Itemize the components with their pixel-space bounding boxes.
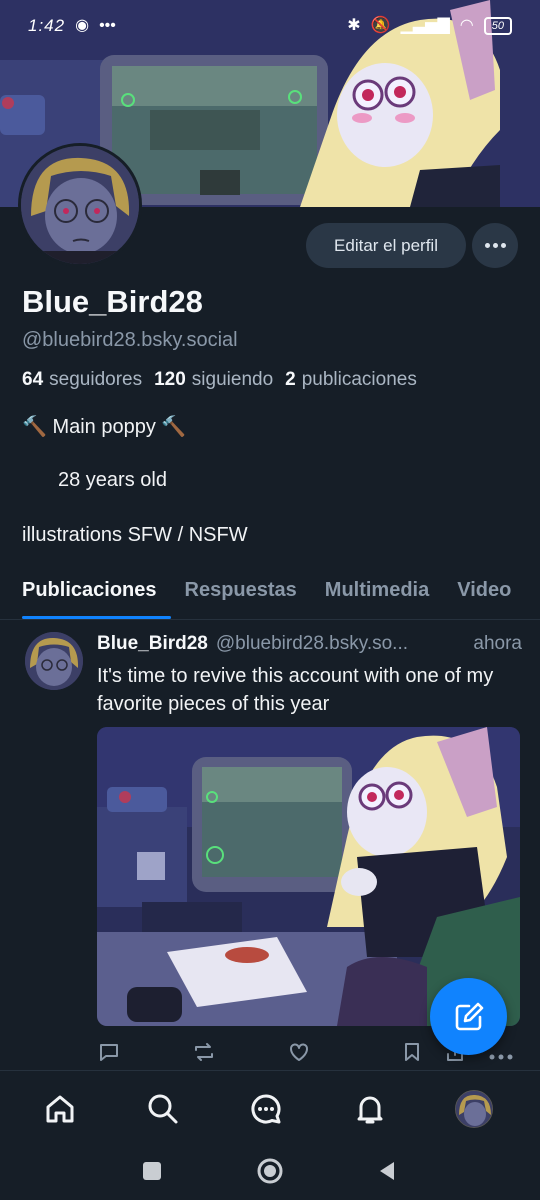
battery-icon: 50: [483, 17, 512, 35]
display-name: Blue_Bird28: [22, 284, 203, 319]
bio-line: illustrations SFW / NSFW: [22, 524, 248, 546]
circle-icon: [257, 1158, 283, 1184]
chat-icon: [251, 1094, 281, 1124]
followers-count: 64: [22, 369, 44, 390]
back-button[interactable]: [372, 1156, 402, 1186]
more-notifications-icon: •••: [99, 17, 116, 34]
post-text: It's time to revive this account with on…: [97, 665, 494, 715]
nav-home[interactable]: [40, 1089, 80, 1129]
back-triangle-icon: [380, 1162, 394, 1180]
compose-icon: [455, 1002, 483, 1030]
status-time: 1:42: [28, 16, 66, 35]
bottom-navigation: [0, 1070, 540, 1146]
recents-button[interactable]: [137, 1156, 167, 1186]
followers-label: seguidores: [49, 369, 143, 390]
repost-icon[interactable]: [192, 1040, 216, 1069]
post-header: Blue_Bird28 @bluebird28.bsky.so... ahora: [97, 633, 522, 655]
more-dot: [492, 243, 498, 248]
home-icon: [46, 1095, 74, 1123]
battery-level: 50: [491, 20, 504, 32]
tab-multimedia[interactable]: Multimedia: [311, 562, 443, 619]
bell-icon: [357, 1096, 383, 1124]
search-icon: [148, 1094, 178, 1124]
following-stat[interactable]: 120 siguiendo: [154, 369, 273, 391]
bluetooth-icon: ✱: [347, 17, 361, 34]
bookmark-icon[interactable]: [400, 1040, 424, 1069]
profile-tabs: Publicaciones Respuestas Multimedia Vide…: [0, 562, 540, 620]
more-options-button[interactable]: [472, 223, 518, 268]
profile-stats: 64 seguidores 120 siguiendo 2 publicaciones: [22, 369, 417, 391]
following-count: 120: [154, 369, 186, 390]
following-label: siguiendo: [191, 369, 274, 390]
nav-chat[interactable]: [246, 1089, 286, 1129]
status-bar: 1:42 ◉ ••• ✱ 🔕 ▁▃▅▇ ◠ 50: [0, 0, 540, 52]
signal-icon: ▁▃▅▇: [400, 17, 450, 34]
post-author-avatar[interactable]: [25, 632, 83, 690]
nav-profile[interactable]: [454, 1089, 494, 1129]
profile-avatar[interactable]: [18, 143, 142, 267]
posts-label: publicaciones: [301, 369, 417, 390]
tab-respuestas[interactable]: Respuestas: [171, 562, 311, 619]
more-dot: [484, 243, 490, 248]
posts-stat: 2 publicaciones: [285, 369, 417, 391]
wifi-icon: ◠: [459, 17, 474, 34]
post-timestamp[interactable]: ahora: [473, 633, 522, 655]
tab-video[interactable]: Video: [443, 562, 525, 619]
avatar-artwork: [21, 146, 139, 264]
square-icon: [143, 1162, 161, 1180]
like-icon[interactable]: [287, 1040, 311, 1069]
more-dot: [500, 243, 506, 248]
post-avatar-artwork: [25, 632, 83, 690]
home-system-button[interactable]: [255, 1156, 285, 1186]
edit-profile-button[interactable]: Editar el perfil: [306, 223, 466, 268]
whatsapp-icon: ◉: [75, 17, 90, 34]
bio-line: 28 years old: [58, 469, 167, 491]
bio-line: 🔨 Main poppy 🔨: [22, 416, 187, 438]
mute-icon: 🔕: [370, 17, 391, 34]
post-author-name[interactable]: Blue_Bird28: [97, 633, 208, 655]
system-navigation: [0, 1146, 540, 1200]
post-author-handle[interactable]: @bluebird28.bsky.so...: [216, 633, 408, 655]
post-more-icon[interactable]: [489, 1048, 513, 1066]
compose-button[interactable]: [430, 978, 507, 1055]
posts-count: 2: [285, 369, 296, 390]
tab-publicaciones[interactable]: Publicaciones: [0, 562, 171, 619]
nav-search[interactable]: [143, 1089, 183, 1129]
followers-stat[interactable]: 64 seguidores: [22, 369, 142, 391]
nav-notifications[interactable]: [350, 1089, 390, 1129]
profile-handle: @bluebird28.bsky.social: [22, 329, 238, 351]
reply-icon[interactable]: [97, 1040, 121, 1069]
profile-avatar-small: [455, 1090, 493, 1128]
